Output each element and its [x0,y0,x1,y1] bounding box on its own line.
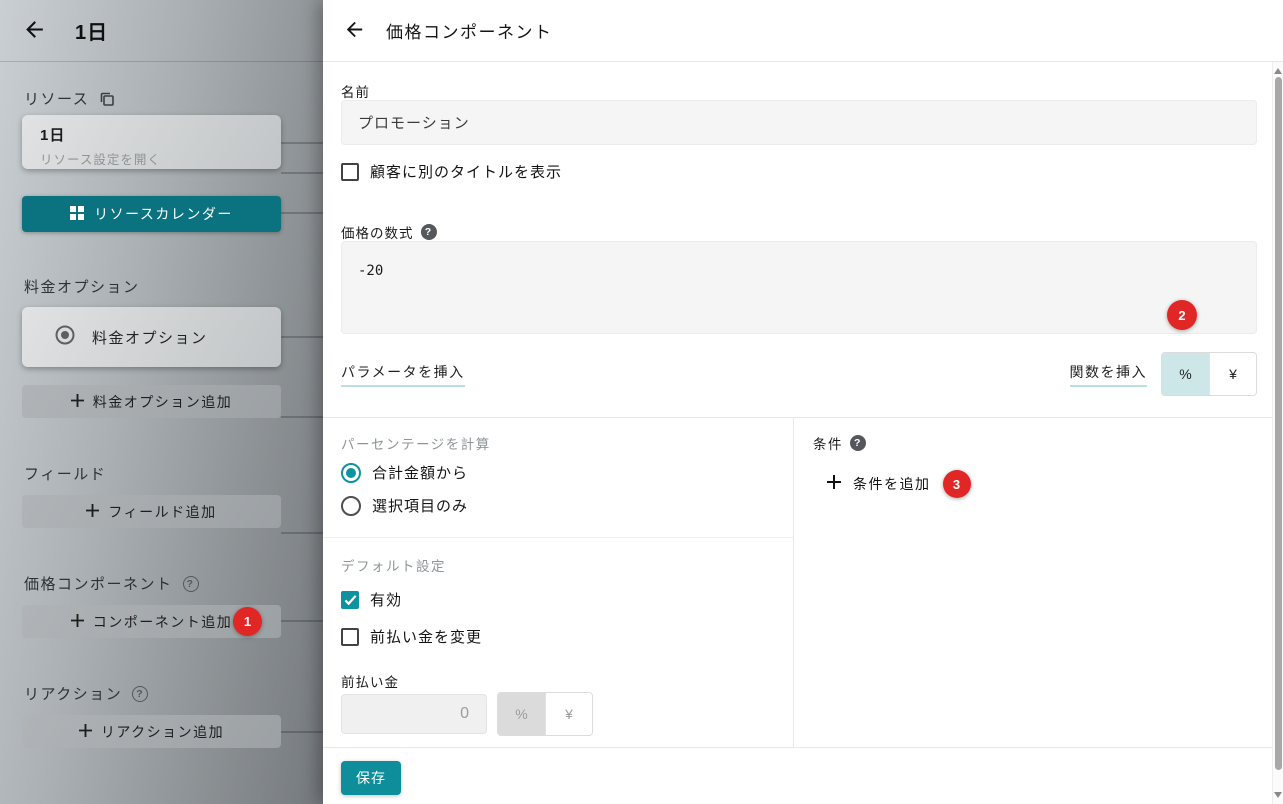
scrollbar-thumb[interactable] [1275,77,1282,770]
checkbox-checked-icon [341,590,359,609]
plus-icon [86,503,100,520]
sidebar-header: 1日 [0,0,323,62]
formula-toolbar: パラメータを挿入 関数を挿入 % ¥ [341,352,1257,396]
drawer-scrollbar[interactable] [1272,62,1283,804]
back-arrow-icon [343,18,366,44]
help-icon[interactable]: ? [132,685,149,702]
copy-icon[interactable] [99,91,115,107]
percent-toggle-button[interactable]: % [1162,353,1209,395]
insert-function-link[interactable]: 関数を挿入 [1069,362,1147,387]
section-divider [323,417,1283,418]
add-field-button[interactable]: フィールド追加 [22,495,281,528]
formula-textarea[interactable]: -20 [341,241,1257,334]
percentage-calc-label: パーセンテージを計算 [341,437,491,452]
flow-connector-line [281,620,323,622]
flow-connector-line [281,731,323,733]
radio-selected-items-only[interactable]: 選択項目のみ [341,495,468,516]
scroll-down-arrow-icon[interactable] [1274,792,1282,798]
column-divider [793,418,794,747]
grid-icon [70,205,85,223]
drawer-title: 価格コンポーネント [386,23,553,42]
price-option-card[interactable]: 料金オプション [22,307,281,367]
help-icon[interactable]: ? [850,435,866,451]
alt-title-checkbox-row[interactable]: 顧客に別のタイトルを表示 [341,161,562,182]
add-reaction-button[interactable]: リアクション追加 [22,715,281,748]
flow-connector-line [281,532,323,534]
resource-card-subtitle: リソース設定を開く [40,153,161,167]
radio-total-amount[interactable]: 合計金額から [341,462,468,483]
yen-toggle-button[interactable]: ¥ [1209,353,1256,395]
drawer-back-button[interactable] [343,18,366,44]
footer-divider [323,747,1283,748]
flow-connector-line [281,336,323,338]
plus-icon [70,613,84,630]
prepayment-input [341,694,487,734]
radio-circle-icon [54,324,76,351]
drawer-header: 価格コンポーネント [323,0,1283,62]
app-frame: 1日 リソース 1日 リソース設定を開く リソースカレンダー 料金オプション 料… [0,0,1283,804]
component-section-label: 価格コンポーネント ? [24,573,199,594]
help-icon[interactable]: ? [420,224,437,240]
checkbox-unchecked-icon [341,627,359,646]
enabled-checkbox-row[interactable]: 有効 [341,589,402,610]
add-condition-button[interactable]: 条件を追加 3 [827,470,971,498]
flow-connector-line [281,212,323,214]
back-arrow-icon [22,17,47,45]
alt-title-checkbox-label: 顧客に別のタイトルを表示 [370,164,563,181]
sidebar-title: 1日 [75,22,109,44]
flow-connector-line [281,172,323,174]
defaults-label: デフォルト設定 [341,559,446,574]
checkbox-unchecked-icon [341,162,359,181]
prepayment-unit-toggle: % ¥ [497,692,593,736]
formula-step-badge: 2 [1167,300,1197,330]
scroll-up-arrow-icon[interactable] [1274,68,1282,74]
resource-card-title: 1日 [40,127,66,144]
reaction-section-label: リアクション ? [24,683,149,704]
radio-selected-icon [341,462,361,483]
field-section-label: フィールド [24,466,107,483]
resource-calendar-button[interactable]: リソースカレンダー [22,196,281,232]
plus-icon [78,723,92,740]
sidebar: 1日 リソース 1日 リソース設定を開く リソースカレンダー 料金オプション 料… [0,0,323,804]
resource-section-label: リソース [24,88,115,109]
prepayment-percent-toggle: % [498,693,545,735]
help-icon[interactable]: ? [182,575,199,592]
price-option-section-label: 料金オプション [24,279,140,296]
change-prepayment-checkbox-row[interactable]: 前払い金を変更 [341,626,482,647]
conditions-label: 条件 ? [813,433,866,453]
flow-connector-line [281,416,323,418]
component-count-badge: 1 [233,607,262,636]
sidebar-back-button[interactable] [22,17,47,45]
insert-parameter-link[interactable]: パラメータを挿入 [341,362,465,387]
formula-label: 価格の数式 ? [341,222,437,242]
condition-step-badge: 3 [942,470,971,498]
formula-unit-toggle: % ¥ [1161,352,1257,396]
price-component-drawer: 価格コンポーネント 名前 顧客に別のタイトルを表示 価格の数式 ? -20 2 … [323,0,1283,804]
left-column-divider [323,537,793,538]
price-option-card-label: 料金オプション [92,329,208,347]
radio-unselected-icon [341,495,361,516]
flow-connector-line [281,142,323,144]
plus-icon [827,474,841,494]
plus-icon [70,393,84,410]
name-input[interactable] [341,100,1257,145]
save-button[interactable]: 保存 [341,761,401,795]
resource-card[interactable]: 1日 リソース設定を開く [22,115,281,169]
prepayment-label: 前払い金 [341,675,399,690]
name-label: 名前 [341,85,370,100]
add-price-option-button[interactable]: 料金オプション追加 [22,385,281,418]
formula-toolbar-right: 関数を挿入 % ¥ [1069,352,1257,396]
prepayment-yen-toggle: ¥ [545,693,592,735]
